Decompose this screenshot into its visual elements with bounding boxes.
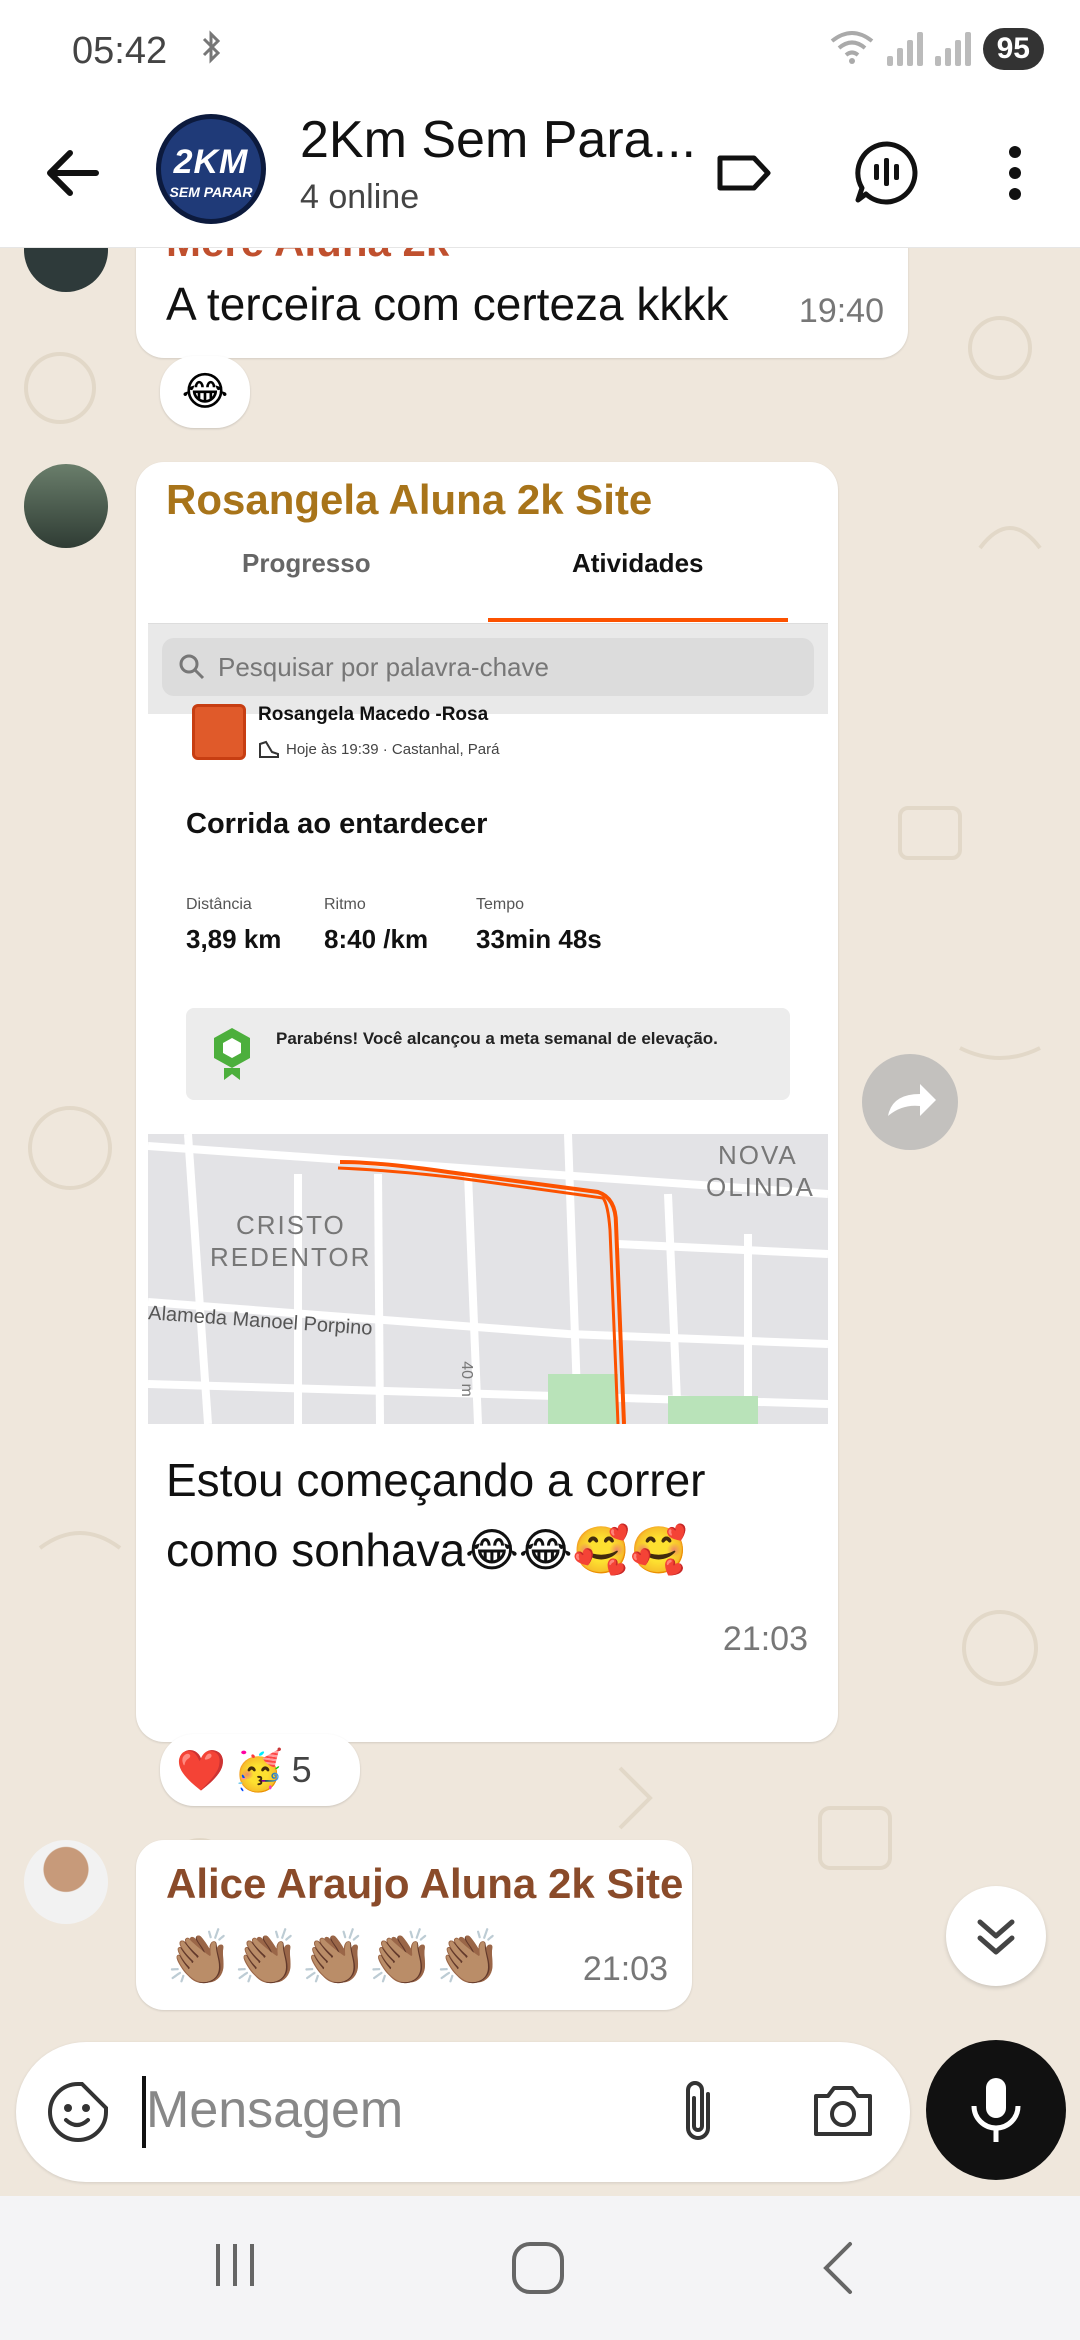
tab-activities: Atividades [572, 548, 704, 578]
congrats-text: Parabéns! Você alcançou a meta semanal d… [276, 1029, 718, 1048]
status-bar: 05:42 95 [0, 0, 1080, 100]
reaction-count: 5 [291, 1749, 312, 1790]
group-name[interactable]: 2Km Sem Para... [300, 110, 696, 170]
forward-icon[interactable] [862, 1054, 958, 1150]
online-count: 4 online [300, 178, 420, 216]
tab-underline [488, 618, 788, 622]
home-icon[interactable] [510, 2240, 566, 2301]
avatar-logo-subtext: SEM PARAR [169, 184, 253, 200]
stat-label: Ritmo [324, 896, 366, 913]
stat-label: Distância [186, 896, 252, 913]
badge-icon [214, 1028, 250, 1080]
activity-title: Corrida ao entardecer [186, 808, 488, 840]
message-caption-line: como sonhava😂😂🥰🥰 [166, 1524, 688, 1576]
stat-value: 3,89 km [186, 924, 282, 954]
avatar-logo-text: 2KM [173, 143, 249, 181]
image-search-box: Pesquisar por palavra-chave [162, 638, 814, 696]
reaction-emoji: 😂 [181, 370, 229, 414]
sender-avatar[interactable] [24, 1840, 108, 1924]
image-search-area: Pesquisar por palavra-chave [148, 624, 828, 714]
route-map: NOVA OLINDA CRISTO REDENTOR Alameda Mano… [148, 1134, 828, 1424]
more-options-icon[interactable] [980, 138, 1050, 208]
athlete-photo [192, 704, 246, 760]
image-tabs: Progresso Atividades [148, 524, 828, 624]
athlete-name: Rosangela Macedo -Rosa [258, 704, 489, 725]
message-reaction[interactable]: 😂 [160, 356, 250, 428]
map-label: 40 m [457, 1361, 475, 1397]
wifi-icon [829, 29, 875, 70]
tab-progress: Progresso [242, 548, 371, 578]
scroll-down-icon[interactable] [946, 1886, 1046, 1986]
message-time: 21:03 [722, 1620, 808, 1658]
message-sender[interactable]: Alice Araujo Aluna 2k Site [166, 1860, 683, 1908]
attach-icon[interactable] [668, 2076, 732, 2153]
nav-back-icon[interactable] [818, 2240, 858, 2301]
message-bubble[interactable]: Alice Araujo Aluna 2k Site 👏🏽👏🏽👏🏽👏🏽👏🏽 21… [136, 1840, 692, 2010]
camera-icon[interactable] [810, 2080, 876, 2145]
sticker-icon[interactable] [46, 2080, 110, 2149]
mic-button[interactable] [926, 2040, 1066, 2180]
message-time: 21:03 [582, 1950, 668, 1988]
stat-label: Tempo [476, 896, 525, 913]
battery-indicator: 95 [982, 28, 1044, 70]
shared-image[interactable]: Progresso Atividades Pesquisar por palav… [148, 524, 828, 1424]
back-arrow-icon[interactable] [40, 140, 106, 206]
sender-avatar[interactable] [24, 464, 108, 548]
map-label: REDENTOR [210, 1242, 372, 1272]
map-label: NOVA [718, 1140, 798, 1170]
shoe-icon [259, 740, 279, 758]
label-icon[interactable] [708, 138, 778, 208]
stat-value: 33min 48s [476, 924, 602, 954]
athlete-meta-text: Hoje às 19:39 · Castanhal, Pará [286, 740, 500, 758]
search-icon [179, 654, 205, 680]
map-label: OLINDA [706, 1172, 815, 1202]
message-sender[interactable]: Rosangela Aluna 2k Site [166, 476, 652, 524]
chat-header: 2KM SEM PARAR 2Km Sem Para... 4 online [0, 100, 1080, 248]
message-caption-line: Estou começando a correr [166, 1454, 706, 1506]
message-text: 👏🏽👏🏽👏🏽👏🏽👏🏽 [166, 1928, 503, 1988]
signal-icon [934, 32, 971, 66]
bluetooth-icon [200, 30, 224, 73]
message-bubble[interactable]: Mere Aluna 2k A terceira com certeza kkk… [136, 248, 908, 358]
system-nav-bar [0, 2196, 1080, 2340]
map-label: CRISTO [236, 1210, 346, 1240]
recents-icon[interactable] [210, 2240, 260, 2295]
congrats-banner: Parabéns! Você alcançou a meta semanal d… [186, 1008, 790, 1100]
status-time: 05:42 [72, 30, 168, 72]
voice-chat-icon[interactable] [852, 138, 922, 208]
message-text: A terceira com certeza kkkk [166, 278, 729, 330]
stat-value: 8:40 /km [324, 924, 429, 954]
image-search-placeholder: Pesquisar por palavra-chave [218, 651, 549, 682]
reaction-emoji: ❤️ [176, 1748, 226, 1793]
signal-icon [886, 32, 923, 66]
message-input[interactable]: Mensagem [146, 2080, 403, 2140]
message-bubble[interactable]: Rosangela Aluna 2k Site Progresso Ativid… [136, 462, 838, 1742]
message-time: 19:40 [798, 292, 884, 330]
message-sender[interactable]: Mere Aluna 2k [166, 248, 449, 266]
mic-icon [971, 2078, 1021, 2142]
message-reactions[interactable]: ❤️ 🥳 5 [160, 1734, 360, 1806]
reaction-emoji: 🥳 [233, 1748, 284, 1793]
athlete-meta: Hoje às 19:39 · Castanhal, Pará [258, 738, 499, 760]
message-composer[interactable]: Mensagem [16, 2042, 910, 2182]
group-avatar[interactable]: 2KM SEM PARAR [156, 114, 266, 224]
